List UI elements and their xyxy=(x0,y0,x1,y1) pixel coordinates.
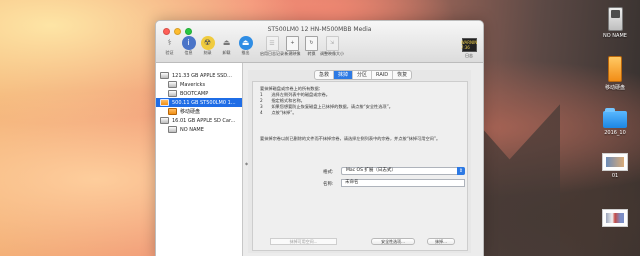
window-titlebar[interactable]: ST500LM0 12 HN-M500MBB Media ⚕ 验证 i 信息 ☢… xyxy=(156,21,483,63)
desktop-icon-column: NO NAME 移动硬盘 2016_10 01 xyxy=(590,0,640,256)
erase-free-space-note: 要抹掉宗卷以前已删除的文件而不抹掉宗卷，请选择左侧列表中的宗卷，并点按“抹掉可用… xyxy=(260,136,441,141)
unmount-button[interactable]: ⏏ 卸载 xyxy=(218,36,235,60)
sidebar-item-label: Mavericks xyxy=(180,81,206,88)
new-image-icon: + xyxy=(286,36,299,51)
name-label: 名称: xyxy=(323,182,334,187)
verify-icon: ⚕ xyxy=(167,38,172,47)
desktop-icon-no-name[interactable]: NO NAME xyxy=(590,7,640,39)
instruction-text: 点按“抹掉”。 xyxy=(271,110,297,115)
volume-name-input[interactable]: 未命名 xyxy=(341,179,465,187)
log-label: 日志 xyxy=(465,53,473,58)
instruction-text: 如果您想要防止恢复磁盘上已抹掉的数据，请点按“安全性选项”。 xyxy=(271,104,393,109)
screenshot-thumbnail-icon xyxy=(602,153,628,171)
log-icon: WARNIN 7:36 xyxy=(460,38,478,52)
instruction-text: 指定格式和名称。 xyxy=(271,98,305,103)
new-image-button[interactable]: + 新建映像 xyxy=(284,36,301,60)
tab-erase[interactable]: 抹掉 xyxy=(334,71,354,79)
erase-button[interactable]: 抹掉... xyxy=(427,238,455,245)
desktop-icon-01[interactable]: 01 xyxy=(590,153,640,179)
info-label: 信息 xyxy=(184,50,193,55)
tab-first-aid[interactable]: 急救 xyxy=(315,71,335,79)
burn-button[interactable]: ☢ 刻录 xyxy=(199,36,216,60)
enable-journaling-button[interactable]: ☰ 启用日志记录 xyxy=(260,36,284,60)
convert-button[interactable]: ↻ 转换 xyxy=(303,36,320,60)
desktop-icon-label: 01 xyxy=(611,173,619,179)
external-drive-icon xyxy=(608,56,622,82)
journaling-label: 启用日志记录 xyxy=(260,51,284,56)
sidebar-item-st500lm0[interactable]: 500.11 GB ST500LM0 1... xyxy=(156,98,242,107)
info-icon: i xyxy=(181,36,196,50)
resize-image-label: 调整映像大小 xyxy=(320,51,344,56)
instruction-number: 4 xyxy=(260,110,263,115)
unmount-label: 卸载 xyxy=(222,50,231,55)
disk-utility-window: ST500LM0 12 HN-M500MBB Media ⚕ 验证 i 信息 ☢… xyxy=(155,20,484,256)
burn-icon: ☢ xyxy=(200,36,215,50)
volume-icon xyxy=(168,126,177,133)
resize-image-icon: ⇲ xyxy=(325,36,339,51)
sidebar-item-label: 16.01 GB APPLE SD Car... xyxy=(172,117,236,124)
instruction-text: 选择左侧列表中的磁盘或宗卷。 xyxy=(271,92,330,97)
tab-restore[interactable]: 恢复 xyxy=(393,71,411,79)
external-drive-icon xyxy=(160,99,169,106)
instruction-line: 4 点按“抹掉”。 xyxy=(260,110,440,116)
desktop-icon-label: 移动硬盘 xyxy=(604,85,625,91)
desktop-icon-external-drive[interactable]: 移动硬盘 xyxy=(590,56,640,91)
unmount-icon: ⏏ xyxy=(222,38,231,47)
security-options-button[interactable]: 安全性选项... xyxy=(371,238,415,245)
sidebar-item-apple-sd-card[interactable]: 16.01 GB APPLE SD Car... xyxy=(156,116,242,125)
tab-partition[interactable]: 分区 xyxy=(353,71,373,79)
sd-card-drive-icon xyxy=(160,117,169,124)
desktop-icon-thumbnail[interactable] xyxy=(590,209,640,229)
journaling-icon: ☰ xyxy=(265,36,279,51)
toolbar: ⚕ 验证 i 信息 ☢ 刻录 ⏏ 卸载 ⏏ 推出 ☰ 启用日志记录 + 新建映像… xyxy=(161,36,478,61)
external-volume-icon xyxy=(168,108,177,115)
folder-icon xyxy=(603,108,627,128)
sd-card-icon xyxy=(607,7,623,31)
info-button[interactable]: i 信息 xyxy=(180,36,197,60)
internal-drive-icon xyxy=(160,72,169,79)
convert-label: 转换 xyxy=(307,51,316,56)
tab-raid[interactable]: RAID xyxy=(372,71,394,79)
erase-panel: 要抹掉磁盘或宗卷上的所有数据： 1 选择左侧列表中的磁盘或宗卷。 2 指定格式和… xyxy=(252,81,468,251)
sidebar-item-label: 移动硬盘 xyxy=(180,109,201,115)
eject-label: 推出 xyxy=(241,50,250,55)
eject-button[interactable]: ⏏ 推出 xyxy=(237,36,254,60)
verify-button[interactable]: ⚕ 验证 xyxy=(161,36,178,60)
sidebar-item-no-name[interactable]: NO NAME xyxy=(156,125,242,134)
disk-utility-tabs: 急救 抹掉 分区 RAID 恢复 xyxy=(314,70,413,80)
volume-icon xyxy=(168,90,177,97)
window-title: ST500LM0 12 HN-M500MBB Media xyxy=(267,26,372,33)
resize-image-button[interactable]: ⇲ 调整映像大小 xyxy=(320,36,344,60)
sidebar-item-external-volume[interactable]: 移动硬盘 xyxy=(156,107,242,116)
sidebar-item-label: NO NAME xyxy=(180,126,204,133)
desktop-icon-2016-10[interactable]: 2016_10 xyxy=(590,108,640,136)
verify-label: 验证 xyxy=(165,50,174,55)
format-select[interactable]: Mac OS 扩展（日志式） ⇕ xyxy=(341,167,465,175)
format-value: Mac OS 扩展（日志式） xyxy=(346,168,396,173)
eject-icon: ⏏ xyxy=(238,36,253,50)
sidebar-item-label: BOOTCAMP xyxy=(180,90,209,97)
desktop-background: ST500LM0 12 HN-M500MBB Media ⚕ 验证 i 信息 ☢… xyxy=(0,0,640,256)
sidebar-item-mavericks[interactable]: Mavericks xyxy=(156,80,242,89)
disk-detail-pane: 急救 抹掉 分区 RAID 恢复 要抹掉磁盘或宗卷上的所有数据： 1 选择左侧列… xyxy=(248,70,471,253)
sidebar-item-apple-ssd[interactable]: 121.33 GB APPLE SSD... xyxy=(156,71,242,80)
screenshot-thumbnail-icon xyxy=(602,209,628,227)
erase-free-space-button[interactable]: 抹掉可用空间... xyxy=(270,238,337,245)
burn-label: 刻录 xyxy=(203,50,212,55)
desktop-icon-label: 2016_10 xyxy=(604,130,626,136)
chevron-up-down-icon: ⇕ xyxy=(457,167,465,175)
erase-instructions: 要抹掉磁盘或宗卷上的所有数据： 1 选择左侧列表中的磁盘或宗卷。 2 指定格式和… xyxy=(260,86,440,116)
sidebar-item-label: 121.33 GB APPLE SSD... xyxy=(172,72,232,79)
sidebar-item-bootcamp[interactable]: BOOTCAMP xyxy=(156,89,242,98)
new-image-label: 新建映像 xyxy=(284,51,301,56)
log-button[interactable]: WARNIN 7:36 日志 xyxy=(460,38,478,60)
volume-icon xyxy=(168,81,177,88)
convert-icon: ↻ xyxy=(305,36,318,51)
format-label: 格式: xyxy=(323,170,334,175)
disk-list-sidebar: 121.33 GB APPLE SSD... Mavericks BOOTCAM… xyxy=(156,63,243,256)
desktop-icon-label: NO NAME xyxy=(603,33,627,39)
sidebar-item-label: 500.11 GB ST500LM0 1... xyxy=(172,99,236,106)
